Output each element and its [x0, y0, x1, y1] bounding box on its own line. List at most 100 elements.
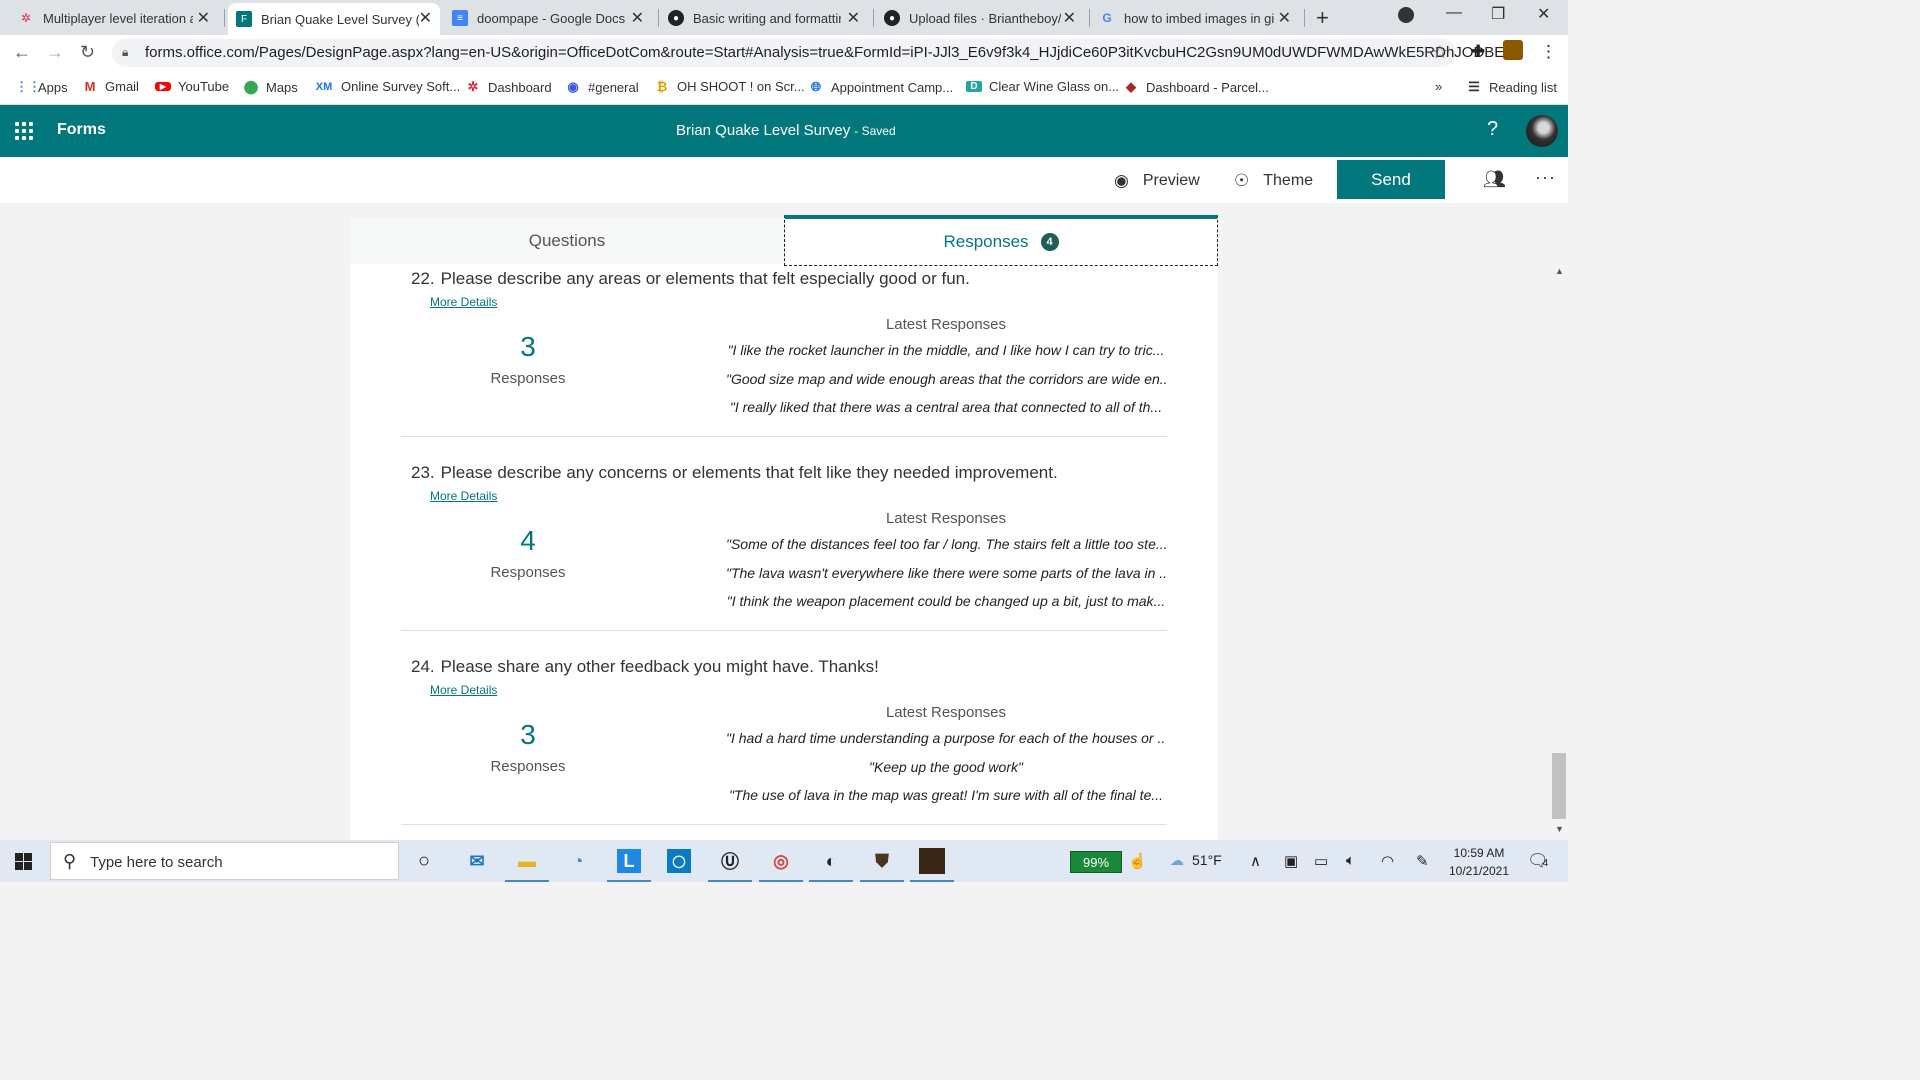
reading-list-label: Reading list: [1489, 79, 1557, 95]
asterisk-icon: ✲: [20, 11, 32, 25]
clock-time: 10:59 AM: [1453, 846, 1505, 860]
address-bar: ← → ↻ 🔒︎ forms.office.com/Pages/DesignPa…: [0, 35, 1568, 72]
close-tab-icon[interactable]: ✕: [847, 8, 860, 28]
close-tab-icon[interactable]: ✕: [197, 8, 210, 28]
extensions-icon[interactable]: ✚: [1471, 42, 1485, 62]
touch-icon[interactable]: ☝: [1128, 852, 1147, 870]
bookmark-maps[interactable]: ⬤ Maps: [243, 79, 298, 95]
windows-start-icon[interactable]: [15, 853, 32, 870]
browser-tab[interactable]: ≡ doompape - Google Docs ✕: [452, 3, 652, 33]
close-window-icon[interactable]: ✕: [1537, 4, 1550, 24]
tab-title: Basic writing and formattin: [693, 10, 841, 26]
youtube-icon: ▶: [155, 82, 171, 91]
l-app-icon[interactable]: L: [617, 849, 641, 873]
meet-now-icon[interactable]: ▣: [1284, 852, 1298, 870]
tab-separator: [658, 9, 659, 27]
question-divider: [401, 630, 1167, 631]
preview-button[interactable]: ◉ Preview: [1114, 171, 1200, 191]
bookmark-apps[interactable]: ⋮⋮ Apps: [15, 79, 68, 95]
tab-questions[interactable]: Questions: [350, 218, 784, 264]
scroll-down-arrow-icon[interactable]: ▼: [1555, 824, 1564, 834]
new-tab-icon[interactable]: +: [1316, 5, 1329, 31]
help-icon[interactable]: ?: [1487, 118, 1498, 141]
bookmark-label: Appointment Camp...: [831, 79, 954, 95]
bookmarks-overflow[interactable]: »: [1435, 79, 1442, 94]
forward-icon[interactable]: →: [46, 42, 64, 63]
cortana-icon[interactable]: ○: [408, 845, 440, 877]
url-field[interactable]: 🔒︎ forms.office.com/Pages/DesignPage.asp…: [112, 39, 1517, 67]
close-tab-icon[interactable]: ✕: [631, 8, 644, 28]
bookmark-survey[interactable]: XM Online Survey Soft...: [314, 79, 460, 94]
bookmark-star-icon[interactable]: ☆: [1432, 42, 1448, 63]
browser-tab[interactable]: ● Upload files · Briantheboy/H ✕: [884, 3, 1084, 33]
more-details-link[interactable]: More Details: [430, 683, 497, 697]
app-name[interactable]: Forms: [57, 121, 106, 139]
theme-button[interactable]: ☉ Theme: [1234, 171, 1313, 191]
mail-icon[interactable]: ✉: [461, 845, 493, 877]
game-shield-icon[interactable]: ⛊: [860, 845, 904, 882]
chrome-icon[interactable]: ◎: [759, 845, 803, 882]
close-tab-icon[interactable]: ✕: [1063, 8, 1076, 28]
question-text: Please describe any areas or elements th…: [440, 269, 970, 288]
bookmark-label: Online Survey Soft...: [341, 79, 461, 94]
bookmark-appointment[interactable]: 🌐︎ Appointment Camp...: [808, 79, 953, 95]
bookmark-parcel[interactable]: ◆ Dashboard - Parcel...: [1123, 79, 1269, 95]
file-explorer-icon[interactable]: ▬: [505, 845, 549, 882]
latest-responses-heading: Latest Responses: [885, 510, 1007, 527]
bookmark-general[interactable]: ◉ #general: [565, 79, 638, 95]
more-details-link[interactable]: More Details: [430, 489, 497, 503]
close-tab-icon[interactable]: ✕: [419, 8, 432, 28]
wifi-icon[interactable]: ◠: [1381, 852, 1394, 870]
avatar[interactable]: [1526, 115, 1558, 147]
bookmark-oh-shoot[interactable]: ₿ OH SHOOT ! on Scr...: [654, 79, 805, 94]
edge-icon[interactable]: ◔: [562, 845, 594, 877]
back-icon[interactable]: ←: [13, 42, 31, 63]
question-divider: [401, 436, 1167, 437]
pen-icon[interactable]: ✎: [1416, 852, 1429, 870]
volume-icon[interactable]: 🔈︎: [1346, 852, 1355, 869]
bookmark-dashboard[interactable]: ✲ Dashboard: [465, 79, 552, 95]
battery-icon[interactable]: ▭: [1314, 852, 1328, 870]
notification-center-icon[interactable]: 🗨︎4: [1527, 851, 1549, 871]
close-tab-icon[interactable]: ✕: [1278, 8, 1291, 28]
collaborate-icon[interactable]: 👥︎: [1483, 169, 1506, 190]
minimize-icon[interactable]: —: [1446, 4, 1462, 22]
tab-separator: [1304, 9, 1305, 27]
battery-indicator[interactable]: 99%: [1070, 851, 1122, 873]
tab-title: how to imbed images in git: [1124, 10, 1274, 26]
browser-tab[interactable]: ● Basic writing and formattin ✕: [668, 3, 868, 33]
scrollbar-thumb[interactable]: [1552, 753, 1566, 819]
system-clock[interactable]: 10:59 AM 10/21/2021: [1446, 844, 1512, 880]
unreal-engine-icon[interactable]: Ⓤ: [708, 845, 752, 882]
weather-widget[interactable]: ☁ 51°F: [1170, 852, 1222, 869]
send-button[interactable]: Send: [1337, 160, 1445, 199]
steam-icon[interactable]: ◐: [809, 845, 853, 882]
parcel-box-icon: ◆: [1126, 79, 1136, 94]
scroll-up-arrow-icon[interactable]: ▲: [1555, 266, 1564, 276]
bookmark-gmail[interactable]: M Gmail: [82, 79, 139, 94]
menu-kebab-icon[interactable]: ⋮: [1540, 42, 1557, 62]
store-icon[interactable]: ◯: [667, 849, 691, 873]
bookmark-wine-glass[interactable]: D Clear Wine Glass on...: [966, 79, 1119, 94]
bookmark-label: OH SHOOT ! on Scr...: [677, 79, 805, 94]
browser-tab[interactable]: G how to imbed images in git ✕: [1099, 3, 1299, 33]
question-title: 24. Please share any other feedback you m…: [411, 657, 879, 677]
browser-tab-active[interactable]: F Brian Quake Level Survey (E ✕: [228, 3, 440, 35]
reload-icon[interactable]: ↻: [80, 42, 95, 63]
bookmark-youtube[interactable]: ▶ YouTube: [155, 79, 229, 94]
more-options-icon[interactable]: ···: [1535, 167, 1556, 188]
more-details-link[interactable]: More Details: [430, 295, 497, 309]
tab-responses[interactable]: Responses 4: [784, 215, 1218, 266]
tab-search-icon[interactable]: [1398, 7, 1414, 23]
app-launcher-icon[interactable]: [15, 122, 33, 140]
reading-list[interactable]: ☰ Reading list: [1466, 79, 1557, 95]
restore-icon[interactable]: ❐: [1491, 4, 1505, 24]
forms-icon: F: [236, 11, 252, 27]
question-text: Please describe any concerns or elements…: [440, 463, 1058, 482]
browser-tab[interactable]: ✲ Multiplayer level iteration a ✕: [18, 3, 218, 33]
taskbar-search-box[interactable]: ⚲ Type here to search: [50, 842, 399, 880]
taskbar-search-placeholder: Type here to search: [90, 854, 223, 871]
extension-avatar-icon[interactable]: [1503, 40, 1523, 60]
quake-app-icon[interactable]: [919, 848, 945, 874]
chevron-up-icon[interactable]: ∧: [1250, 852, 1261, 870]
